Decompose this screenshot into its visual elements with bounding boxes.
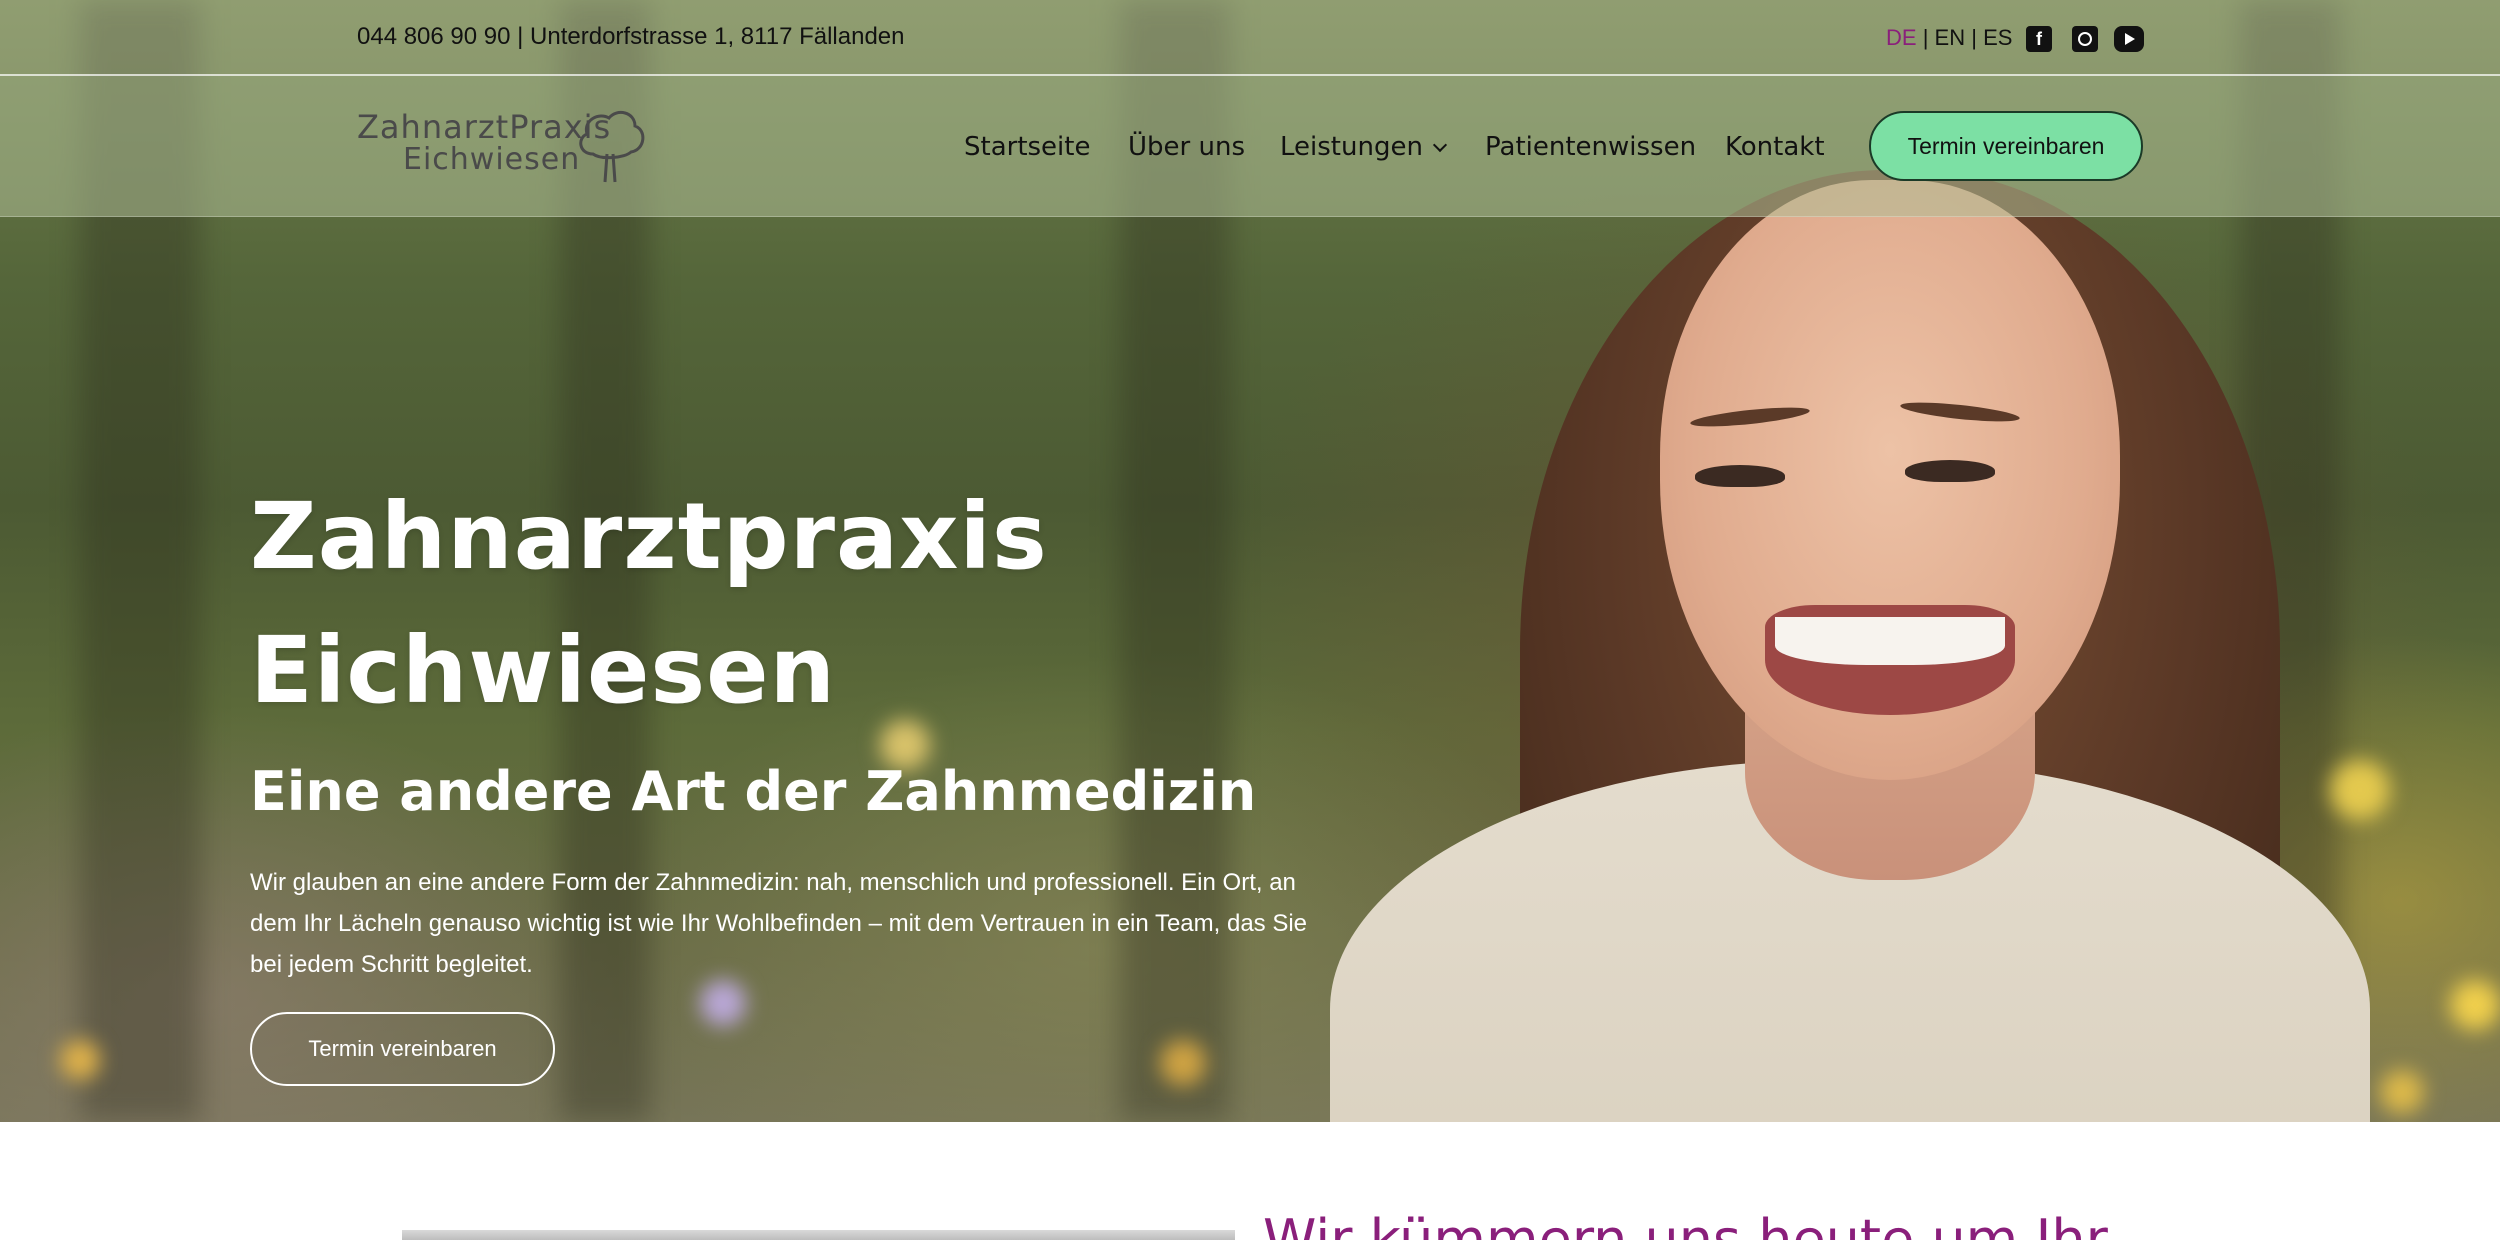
tree-icon <box>579 110 645 183</box>
hero-portrait-image <box>1290 120 2410 1122</box>
lang-de[interactable]: DE <box>1886 25 1917 50</box>
lang-separator: | <box>1922 25 1929 50</box>
main-navigation: ZahnarztPraxis Eichwiesen Startseite Übe… <box>0 76 2500 217</box>
logo-line1: ZahnarztPraxis <box>357 108 612 146</box>
nav-patientenwissen[interactable]: Patientenwissen <box>1485 132 1696 162</box>
nav-leistungen[interactable]: Leistungen <box>1280 132 1448 162</box>
hero-title: Zahnarztpraxis Eichwiesen <box>250 470 1150 738</box>
lang-es[interactable]: ES <box>1983 25 2012 50</box>
lang-separator: | <box>1971 25 1977 50</box>
hero-title-line1: Zahnarztpraxis <box>250 483 1048 590</box>
hero-title-line2: Eichwiesen <box>250 617 836 724</box>
hero-lead-text: Wir glauben an eine andere Form der Zahn… <box>250 869 1308 978</box>
nav-startseite[interactable]: Startseite <box>964 132 1090 162</box>
nav-ueber-uns[interactable]: Über uns <box>1128 132 1245 162</box>
site-logo[interactable]: ZahnarztPraxis Eichwiesen <box>357 108 647 184</box>
chevron-down-icon <box>1432 137 1448 153</box>
language-switcher: DE | EN | ES <box>1886 25 2012 51</box>
lang-en[interactable]: EN <box>1935 25 1966 50</box>
nav-kontakt[interactable]: Kontakt <box>1725 132 1825 162</box>
book-appointment-button[interactable]: Termin vereinbaren <box>1869 111 2143 181</box>
hero-book-appointment-button[interactable]: Termin vereinbaren <box>250 1012 555 1086</box>
hero-subtitle: Eine andere Art der Zahnmedizin <box>250 760 1257 823</box>
youtube-icon[interactable] <box>2114 26 2144 52</box>
instagram-icon[interactable] <box>2072 26 2098 52</box>
facebook-icon[interactable]: f <box>2026 26 2052 52</box>
section-image <box>402 1230 1235 1240</box>
nav-leistungen-label: Leistungen <box>1280 132 1423 162</box>
section-title: Wir kümmern uns heute um Ihr <box>1263 1208 2108 1240</box>
contact-info[interactable]: 044 806 90 90 | Unterdorfstrasse 1, 8117… <box>357 23 905 51</box>
logo-line2: Eichwiesen <box>403 142 581 177</box>
top-info-bar: 044 806 90 90 | Unterdorfstrasse 1, 8117… <box>0 0 2500 76</box>
